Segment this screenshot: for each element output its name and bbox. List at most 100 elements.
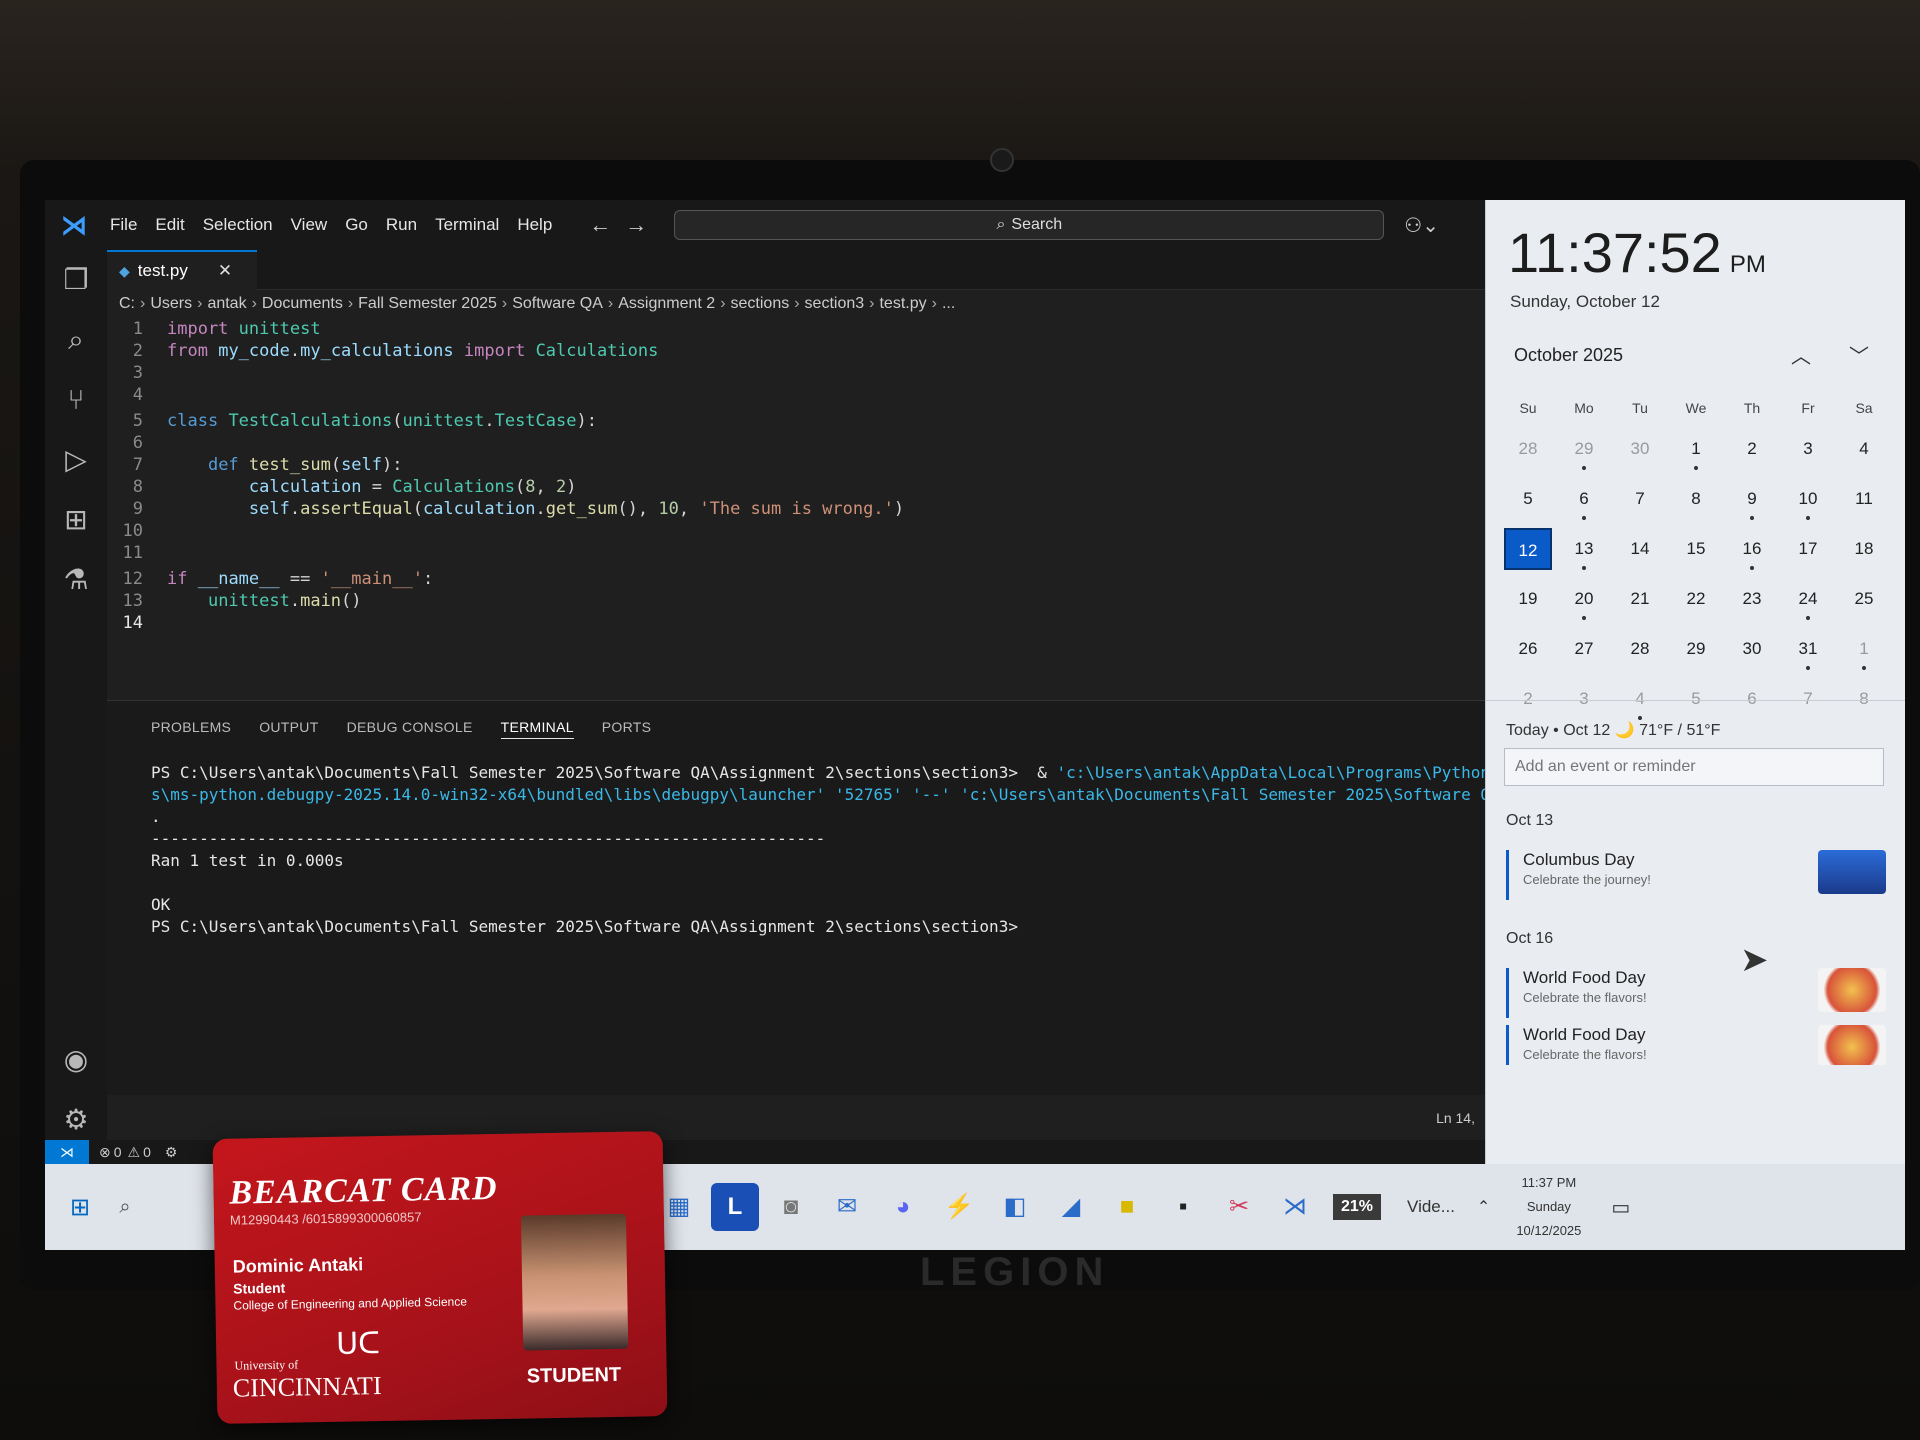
account-icon[interactable]: ◉ <box>45 1030 107 1090</box>
calendar-day[interactable]: 2 <box>1724 426 1780 476</box>
back-arrow-icon[interactable]: ← <box>589 212 611 238</box>
breadcrumb-item[interactable]: section3 <box>805 295 865 313</box>
calendar-day[interactable]: 1 <box>1836 626 1892 676</box>
calendar-day[interactable]: 6 <box>1724 676 1780 726</box>
calendar-day[interactable]: 3 <box>1780 426 1836 476</box>
calendar-day[interactable]: 22 <box>1668 576 1724 626</box>
menu-help[interactable]: Help <box>508 215 561 235</box>
chevron-down-icon[interactable]: ﹀ <box>1849 340 1869 369</box>
calendar-day[interactable]: 8 <box>1836 676 1892 726</box>
code-line[interactable]: 6 <box>107 432 1485 454</box>
terminal-output[interactable]: PS C:\Users\antak\Documents\Fall Semeste… <box>107 739 1485 939</box>
explorer-icon[interactable]: ❐ <box>45 250 107 310</box>
tab-problems[interactable]: PROBLEMS <box>151 719 231 739</box>
calendar-day[interactable]: 29 <box>1668 626 1724 676</box>
calendar-day[interactable]: 10 <box>1780 476 1836 526</box>
event-world-food-day-2[interactable]: World Food Day Celebrate the flavors! <box>1506 1025 1886 1065</box>
code-line[interactable]: 2 from my_code.my_calculations import Cal… <box>107 340 1485 362</box>
forward-arrow-icon[interactable]: → <box>625 212 647 238</box>
code-line[interactable]: 7 def test_sum(self): <box>107 454 1485 476</box>
calendar-day[interactable]: 21 <box>1612 576 1668 626</box>
code-line[interactable]: 14 <box>107 612 1485 634</box>
calendar-day[interactable]: 16 <box>1724 526 1780 576</box>
menu-view[interactable]: View <box>282 215 337 235</box>
calendar-day[interactable]: 5 <box>1500 476 1556 526</box>
search-icon[interactable]: ⌕ <box>45 310 107 370</box>
menu-file[interactable]: File <box>101 215 146 235</box>
menu-go[interactable]: Go <box>336 215 377 235</box>
code-line[interactable]: 4 <box>107 384 1485 406</box>
code-line[interactable]: 13 unittest.main() <box>107 590 1485 612</box>
notifications-icon[interactable]: ▭ <box>1611 1195 1630 1220</box>
tab-debug-console[interactable]: DEBUG CONSOLE <box>347 719 473 739</box>
close-icon[interactable]: ✕ <box>218 261 232 281</box>
calendar-day[interactable]: 8 <box>1668 476 1724 526</box>
tab-ports[interactable]: PORTS <box>602 719 651 739</box>
code-line[interactable]: 12 if __name__ == '__main__': <box>107 568 1485 590</box>
warning-count[interactable]: 0 <box>143 1144 151 1160</box>
calendar-day[interactable]: 28 <box>1612 626 1668 676</box>
calendar-day[interactable]: 14 <box>1612 526 1668 576</box>
breadcrumb-item[interactable]: C: <box>119 295 135 313</box>
code-line[interactable]: 3 <box>107 362 1485 384</box>
calendar-day[interactable]: 19 <box>1500 576 1556 626</box>
menu-run[interactable]: Run <box>377 215 426 235</box>
taskbar-clock[interactable]: 11:37 PM Sunday 10/12/2025 <box>1516 1171 1581 1243</box>
calendar-day[interactable]: 20 <box>1556 576 1612 626</box>
calendar-day[interactable]: 29 <box>1556 426 1612 476</box>
calendar-day[interactable]: 24 <box>1780 576 1836 626</box>
video-widget[interactable]: Vide... <box>1407 1197 1455 1217</box>
debug-icon[interactable]: ⚙ <box>165 1144 178 1161</box>
code-line[interactable]: 11 <box>107 542 1485 564</box>
tray-chevron-icon[interactable]: ⌃ <box>1477 1197 1490 1217</box>
calendar-day[interactable]: 26 <box>1500 626 1556 676</box>
taskbar-search-icon[interactable]: ⌕ <box>105 1196 145 1219</box>
calendar-day[interactable]: 7 <box>1612 476 1668 526</box>
run-debug-icon[interactable]: ▷ <box>45 430 107 490</box>
calendar-day[interactable]: 11 <box>1836 476 1892 526</box>
tab-terminal[interactable]: TERMINAL <box>500 719 574 739</box>
breadcrumb-item[interactable]: test.py <box>879 295 926 313</box>
event-columbus-day[interactable]: Columbus Day Celebrate the journey! <box>1506 850 1886 900</box>
battery-indicator[interactable]: 21% <box>1333 1194 1382 1220</box>
remote-indicator-icon[interactable]: ⋊ <box>45 1140 89 1164</box>
calendar-day[interactable]: 4 <box>1612 676 1668 726</box>
discord-icon[interactable]: ◕ <box>879 1183 927 1231</box>
sticky-notes-icon[interactable]: ■ <box>1103 1183 1151 1231</box>
tab-output[interactable]: OUTPUT <box>259 719 318 739</box>
calendar-day[interactable]: 5 <box>1668 676 1724 726</box>
calendar-day[interactable]: 3 <box>1556 676 1612 726</box>
code-line[interactable]: 8 calculation = Calculations(8, 2) <box>107 476 1485 498</box>
cursor-position[interactable]: Ln 14, <box>1436 1110 1475 1126</box>
calendar-day[interactable]: 27 <box>1556 626 1612 676</box>
month-label[interactable]: October 2025 <box>1514 345 1623 366</box>
breadcrumb-item[interactable]: antak <box>207 295 246 313</box>
calendar-day[interactable]: 4 <box>1836 426 1892 476</box>
calendar-day[interactable]: 25 <box>1836 576 1892 626</box>
breadcrumb-item[interactable]: ... <box>942 295 955 313</box>
code-app-icon[interactable]: ⚡ <box>935 1183 983 1231</box>
code-editor[interactable]: 1 import unittest 2 from my_code.my_calcula… <box>107 318 1485 638</box>
code-line[interactable]: 10 <box>107 520 1485 542</box>
calendar-day[interactable]: 18 <box>1836 526 1892 576</box>
calendar-day[interactable]: 2 <box>1500 676 1556 726</box>
mail-icon[interactable]: ✉ <box>823 1183 871 1231</box>
breadcrumb-item[interactable]: Documents <box>262 295 343 313</box>
code-line[interactable]: 5 class TestCalculations(unittest.TestCas… <box>107 410 1485 432</box>
breadcrumb-item[interactable]: Assignment 2 <box>618 295 715 313</box>
add-event-input[interactable] <box>1504 748 1884 786</box>
tab-test-py[interactable]: ◆ test.py ✕ <box>107 250 257 290</box>
command-search-box[interactable]: ⌕ Search <box>674 210 1385 240</box>
calendar-day[interactable]: 6 <box>1556 476 1612 526</box>
calendar-day[interactable]: 28 <box>1500 426 1556 476</box>
menu-terminal[interactable]: Terminal <box>426 215 508 235</box>
extensions-icon[interactable]: ⊞ <box>45 490 107 550</box>
snipping-tool-icon[interactable]: ✂ <box>1215 1183 1263 1231</box>
vscode-taskbar-icon[interactable]: ⋊ <box>1271 1183 1319 1231</box>
terminal-app-icon[interactable]: ▪ <box>1159 1183 1207 1231</box>
error-count[interactable]: 0 <box>114 1144 122 1160</box>
calendar-day[interactable]: 30 <box>1612 426 1668 476</box>
chevron-up-icon[interactable]: ︿ <box>1791 340 1811 369</box>
calendar-day[interactable]: 1 <box>1668 426 1724 476</box>
event-world-food-day[interactable]: World Food Day Celebrate the flavors! <box>1506 968 1886 1018</box>
